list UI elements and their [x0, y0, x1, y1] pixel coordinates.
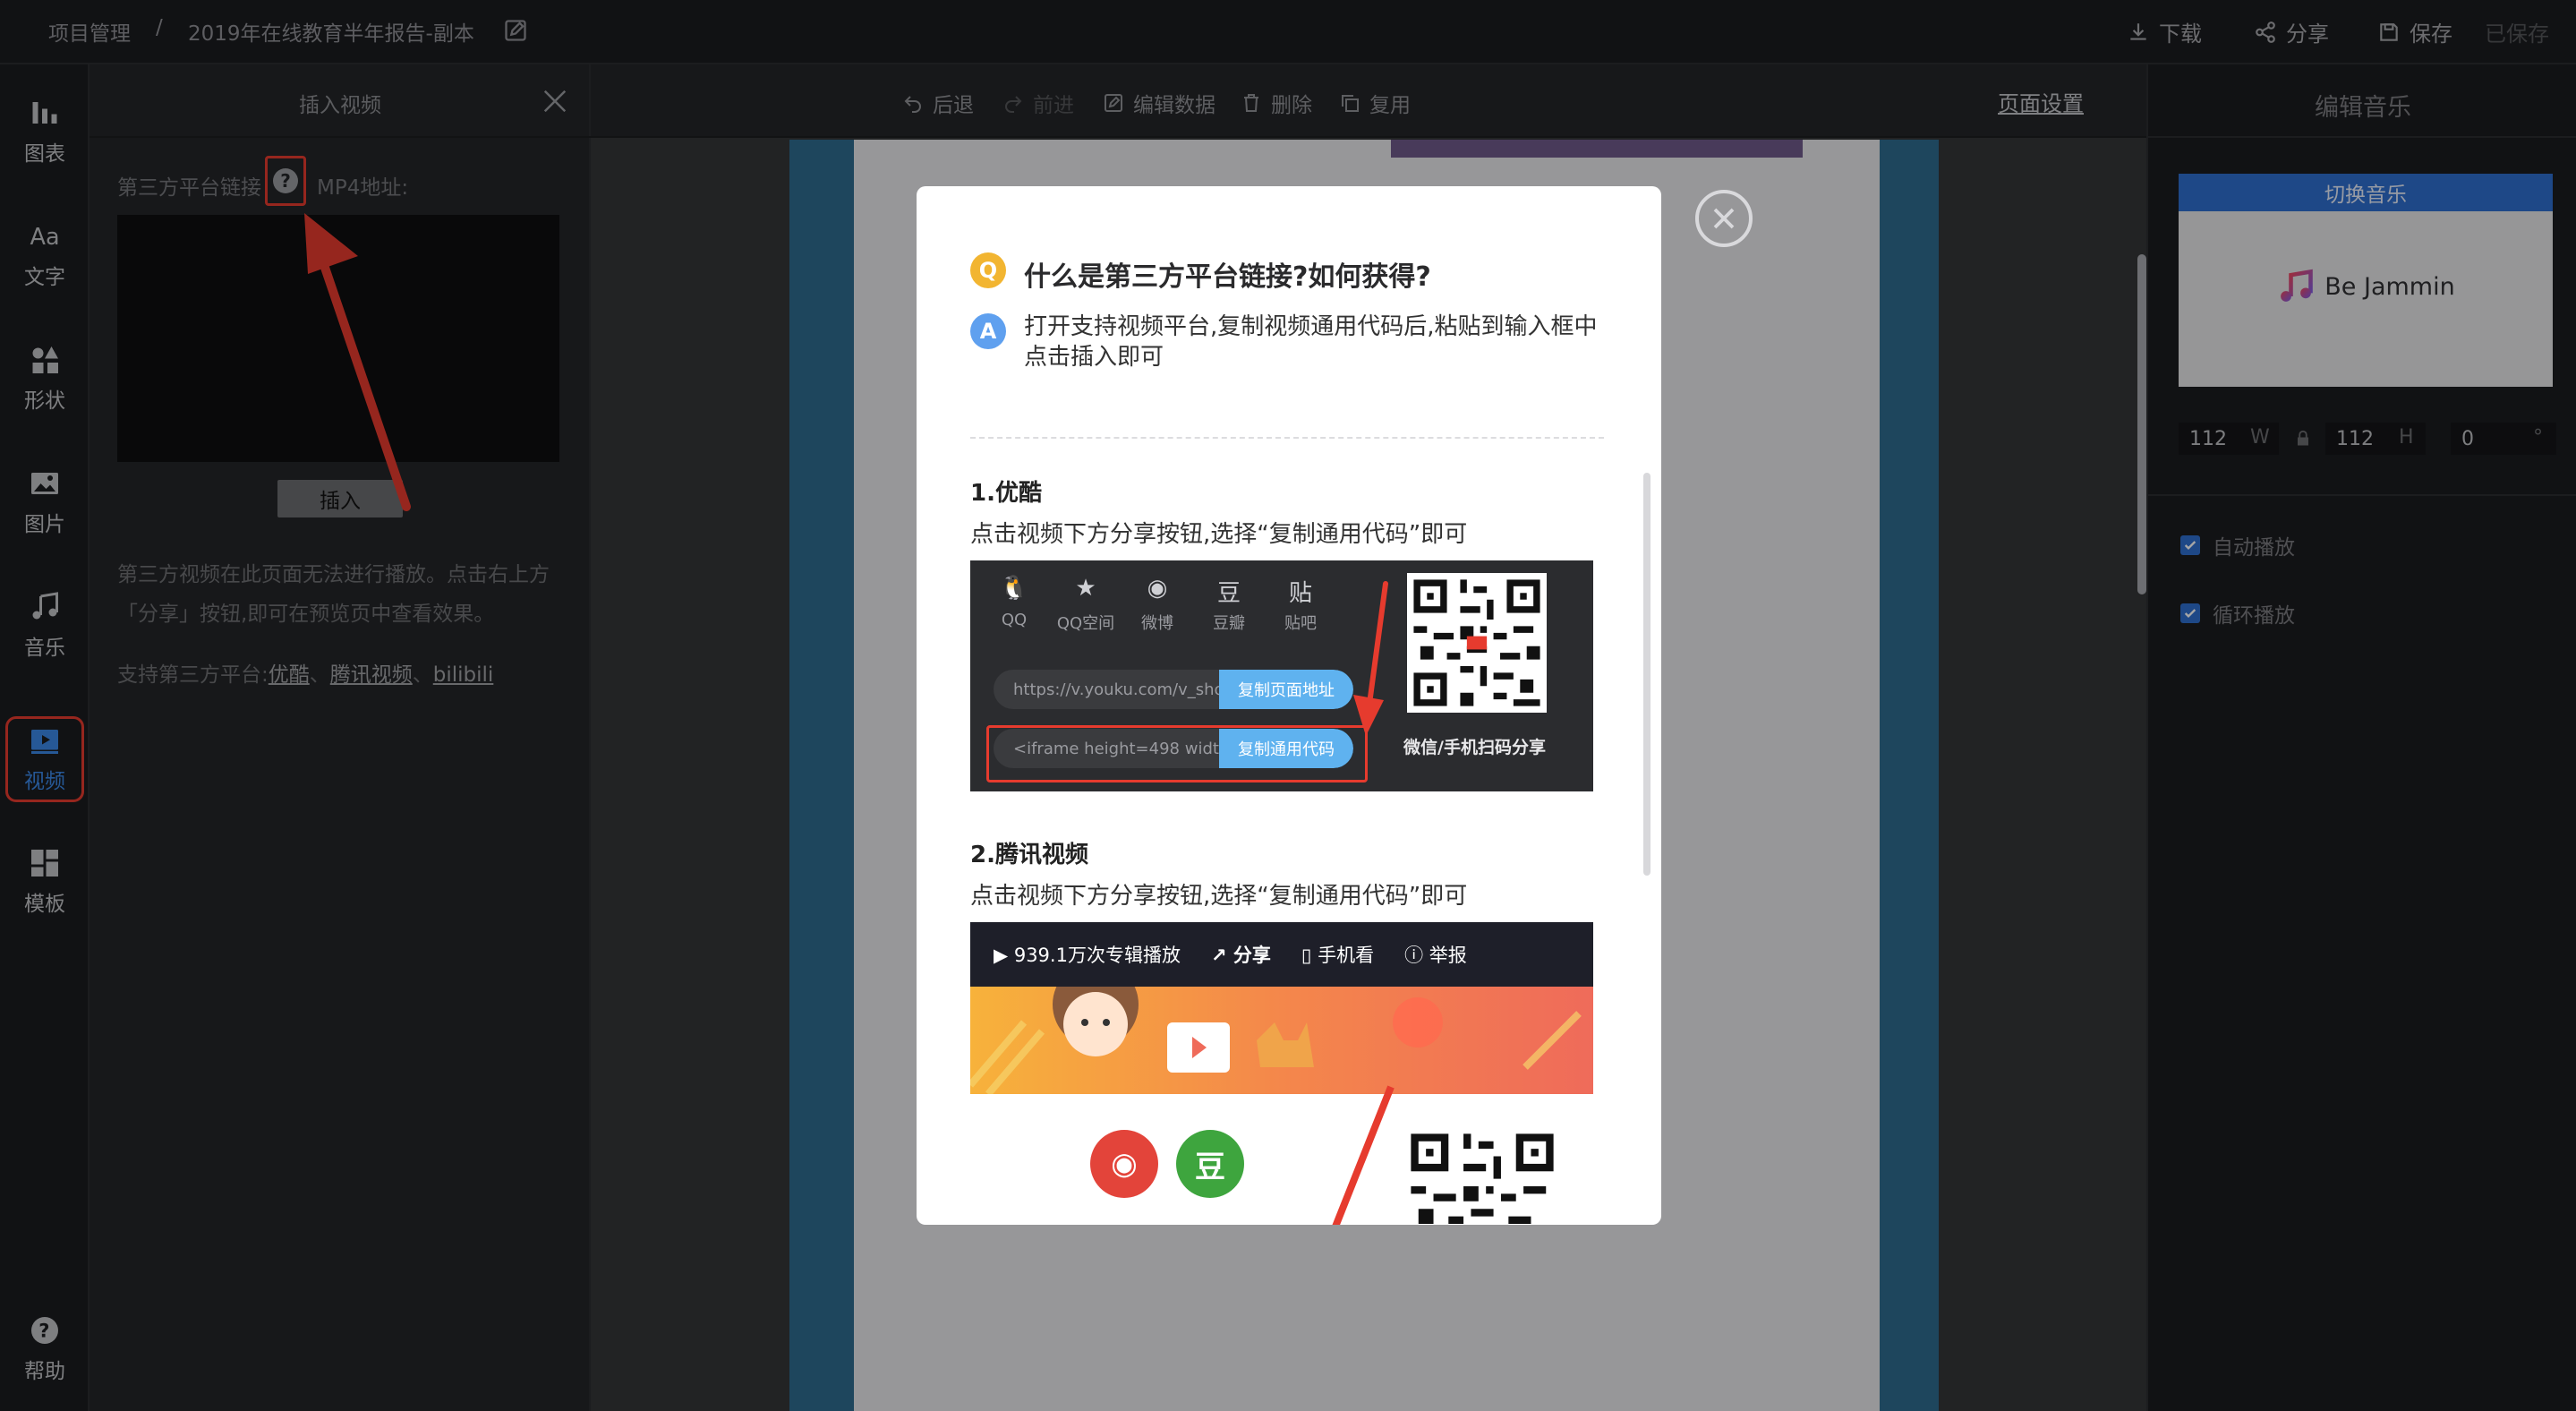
share-douban-icon: 豆豆瓣: [1213, 580, 1245, 633]
qr-scan-caption: 微信/手机扫码分享: [1403, 738, 1546, 757]
tencent-share: ↗ 分享: [1210, 945, 1271, 966]
canvas-scrollbar[interactable]: [2137, 254, 2146, 594]
annotation-arrow-icon: [1353, 581, 1388, 736]
modal-answer: 打开支持视频平台,复制视频通用代码后,粘贴到输入框中点击插入即可: [1024, 313, 1598, 371]
youku-url-field: https://v.youku.com/v_show 复制页面地址: [994, 670, 1353, 709]
modal-close-button[interactable]: [1695, 190, 1753, 247]
qr-code-icon: [1413, 579, 1540, 706]
copy-page-url-button: 复制页面地址: [1219, 670, 1353, 709]
annotation-arrow-icon: [1332, 1085, 1395, 1225]
close-icon: [1713, 208, 1735, 229]
help-modal: Q 什么是第三方平台链接?如何获得? A 打开支持视频平台,复制视频通用代码后,…: [917, 186, 1661, 1225]
app-root: 项目管理 / 2019年在线教育半年报告-副本 下载 分享 保存 已保存 图表 …: [0, 0, 2576, 1411]
modal-question: 什么是第三方平台链接?如何获得?: [1024, 261, 1431, 293]
share-weibo-icon: ◉ 微博: [1141, 575, 1173, 633]
tencent-phone: ▯ 手机看: [1301, 945, 1375, 966]
youku-section-title: 1.优酷: [970, 480, 1042, 507]
share-qzone-icon: ★ QQ空间: [1056, 575, 1115, 633]
tencent-qr-code: [1403, 1126, 1561, 1225]
youku-qr-code: [1407, 573, 1547, 713]
share-qq-icon: 🐧 QQ: [999, 575, 1029, 629]
tencent-report: ⓘ 举报: [1404, 945, 1467, 966]
youku-section-desc: 点击视频下方分享按钮,选择“复制通用代码”即可: [970, 521, 1468, 548]
highlight-box: [986, 725, 1368, 782]
tencent-share-screenshot: ▶ 939.1万次专辑播放 ↗ 分享 ▯ 手机看 ⓘ 举报 ◉ 豆: [970, 922, 1593, 1225]
modal-divider: [970, 437, 1604, 439]
modal-scrollbar[interactable]: [1643, 473, 1651, 876]
tencent-section-title: 2.腾讯视频: [970, 842, 1088, 868]
tencent-action-bar: ▶ 939.1万次专辑播放 ↗ 分享 ▯ 手机看 ⓘ 举报: [970, 922, 1593, 987]
qr-code-icon: [1411, 1133, 1554, 1224]
banner-illustration: [970, 987, 1582, 1094]
youku-url-value: https://v.youku.com/v_show: [1013, 680, 1238, 699]
youku-share-screenshot: 🐧 QQ ★ QQ空间 ◉ 微博 豆豆瓣 贴贴吧 https://v.youku.co…: [970, 560, 1593, 791]
weibo-share-icon: ◉: [1090, 1130, 1158, 1198]
play-count: ▶ 939.1万次专辑播放: [994, 945, 1181, 966]
douban-share-icon: 豆: [1176, 1130, 1244, 1198]
answer-badge-icon: A: [970, 313, 1006, 349]
share-tieba-icon: 贴贴吧: [1284, 580, 1317, 633]
tencent-section-desc: 点击视频下方分享按钮,选择“复制通用代码”即可: [970, 883, 1468, 910]
tencent-banner: [970, 987, 1593, 1094]
question-badge-icon: Q: [970, 252, 1006, 288]
